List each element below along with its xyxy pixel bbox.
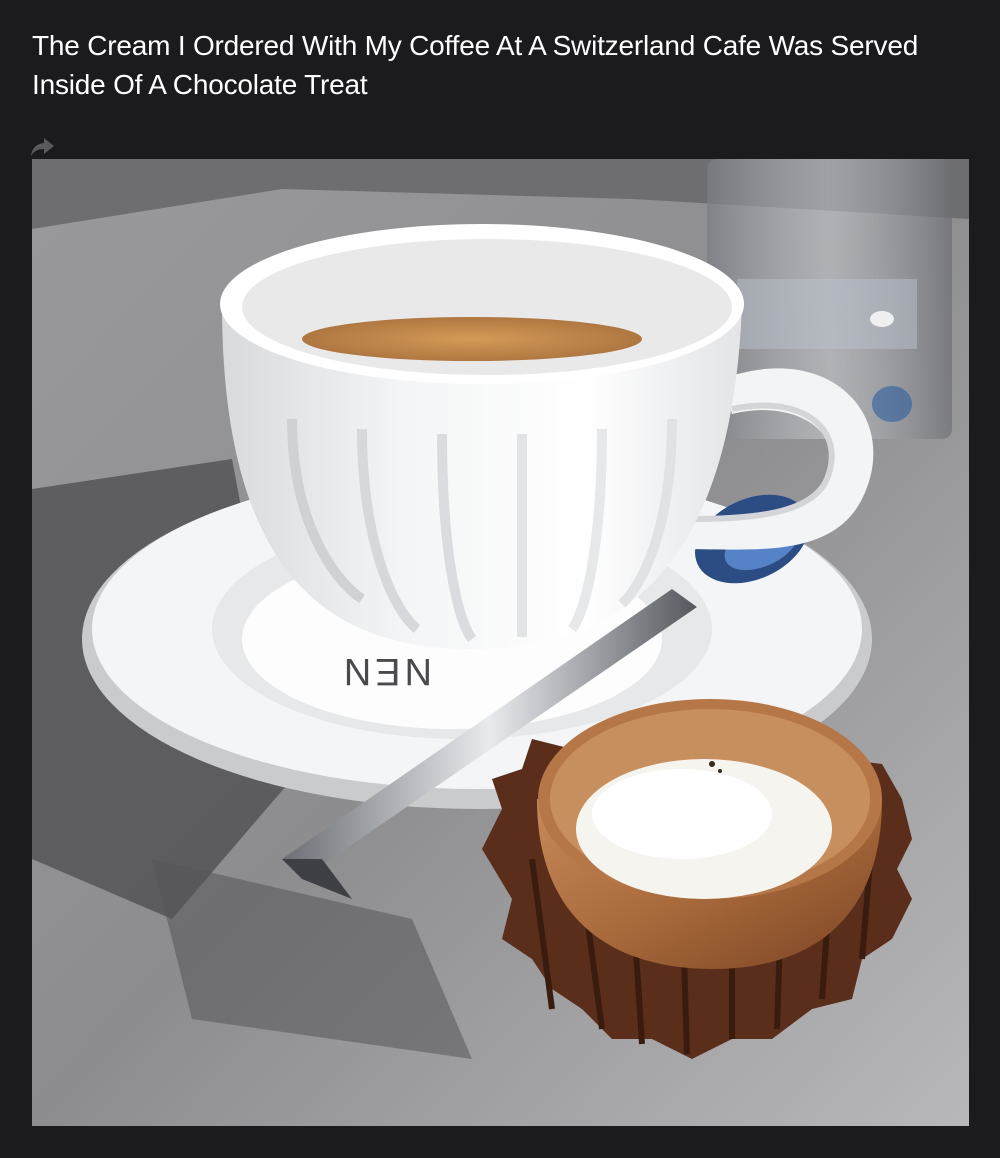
svg-text:NEN: NEN (340, 650, 432, 692)
post-card: The Cream I Ordered With My Coffee At A … (0, 0, 1000, 1158)
post-title: The Cream I Ordered With My Coffee At A … (32, 30, 919, 100)
share-arrow-icon[interactable] (30, 136, 56, 158)
post-image[interactable]: NEN (32, 159, 969, 1126)
